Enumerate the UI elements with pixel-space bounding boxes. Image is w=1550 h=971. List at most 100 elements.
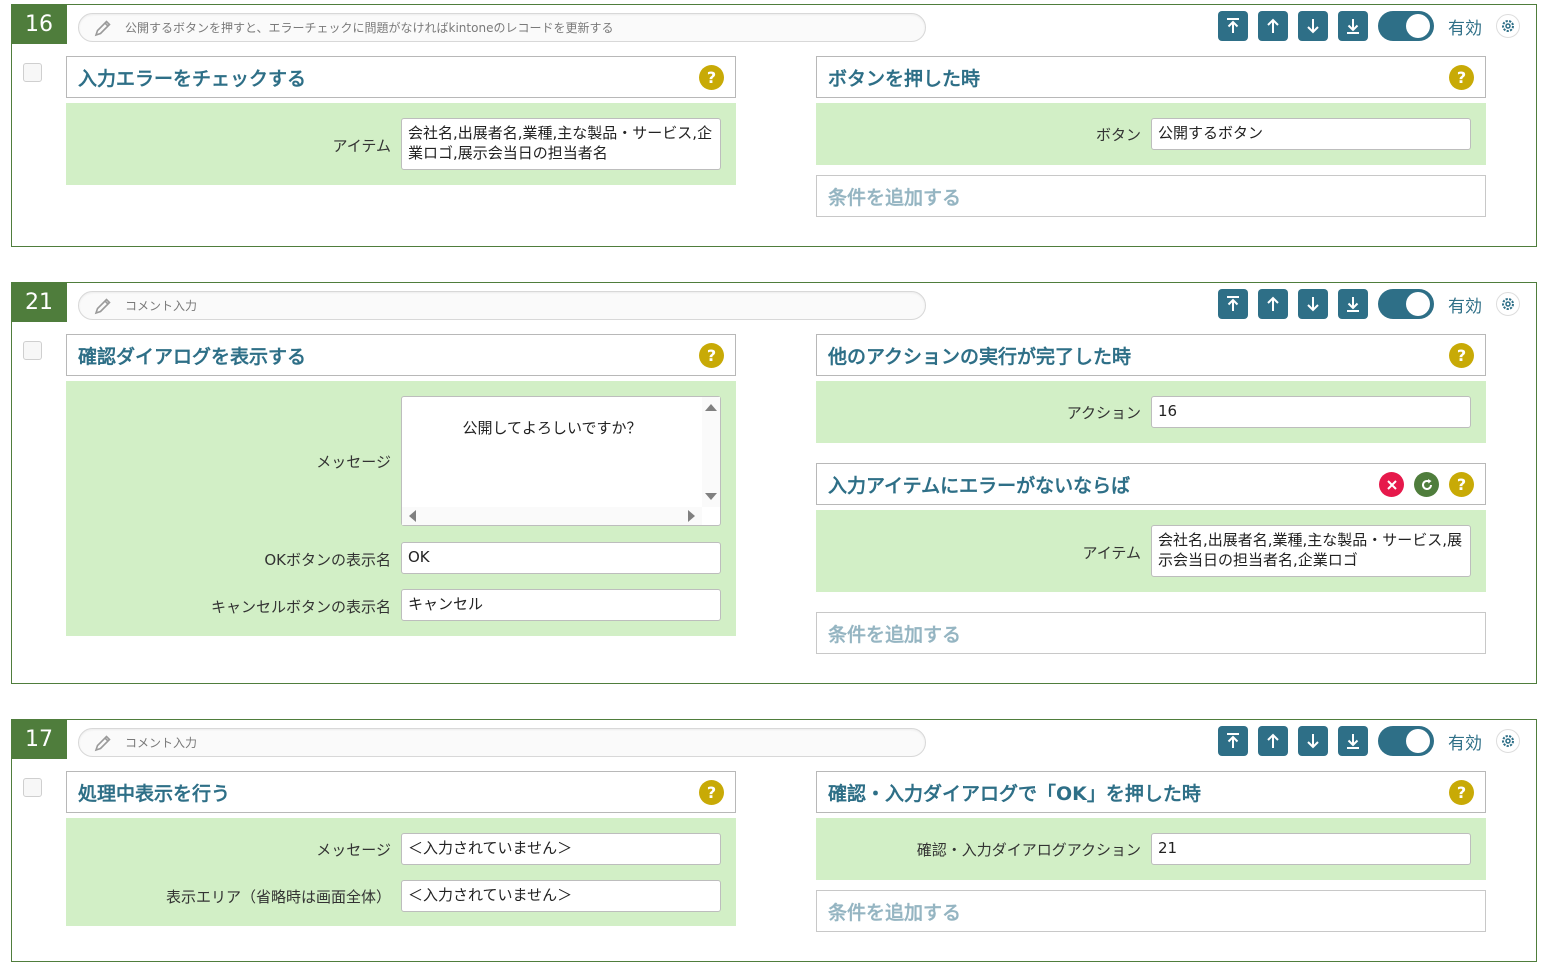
field-label: メッセージ [316, 841, 391, 859]
trigger-body: ボタン 公開するボタン [816, 103, 1486, 165]
card-number: 17 [11, 719, 67, 759]
move-down-button[interactable] [1298, 726, 1328, 756]
message-field[interactable]: ＜入力されていません＞ [401, 833, 721, 865]
help-icon[interactable]: ? [699, 780, 724, 805]
action-panel: 確認ダイアログを表示する ? メッセージ 公開してよろしいですか？ OKボタンの… [66, 334, 736, 636]
action-body: メッセージ 公開してよろしいですか？ OKボタンの表示名 OK キャンセルボタン… [66, 381, 736, 636]
condition-header[interactable]: 入力アイテムにエラーがないならば ? [816, 463, 1486, 505]
button-field[interactable]: 公開するボタン [1151, 118, 1471, 150]
enable-toggle[interactable] [1378, 726, 1434, 756]
action-panel: 処理中表示を行う ? メッセージ ＜入力されていません＞ 表示エリア（省略時は画… [66, 771, 736, 926]
field-label: OKボタンの表示名 [264, 551, 391, 569]
move-top-icon [1227, 18, 1239, 33]
status-label: 有効 [1448, 733, 1482, 754]
pencil-icon [94, 734, 111, 751]
items-field[interactable]: 会社名,出展者名,業種,主な製品・サービス,企業ロゴ,展示会当日の担当者名 [401, 118, 721, 170]
help-icon[interactable]: ? [1449, 343, 1474, 368]
settings-button[interactable] [1496, 14, 1520, 38]
move-up-button[interactable] [1258, 11, 1288, 41]
scroll-left-arrow-icon[interactable] [404, 507, 420, 525]
select-checkbox[interactable] [23, 63, 42, 82]
add-condition-button[interactable]: 条件を追加する [816, 890, 1486, 932]
settings-button[interactable] [1496, 729, 1520, 753]
comment-text: コメント入力 [125, 736, 198, 750]
move-bottom-button[interactable] [1338, 726, 1368, 756]
comment-input[interactable]: コメント入力 [78, 728, 926, 757]
field-label: メッセージ [316, 453, 391, 471]
action-header[interactable]: 確認ダイアログを表示する ? [66, 334, 736, 376]
move-bottom-icon [1347, 19, 1359, 34]
horizontal-scrollbar[interactable] [402, 507, 702, 525]
add-condition-button[interactable]: 条件を追加する [816, 175, 1486, 217]
trigger-panel: 確認・入力ダイアログで「OK」を押した時 ? 確認・入力ダイアログアクション 2… [816, 771, 1486, 932]
pencil-icon [94, 19, 111, 36]
field-label: 確認・入力ダイアログアクション [916, 841, 1141, 859]
pencil-icon [94, 297, 111, 314]
settings-button[interactable] [1496, 292, 1520, 316]
delete-condition-button[interactable] [1379, 472, 1404, 497]
select-checkbox[interactable] [23, 778, 42, 797]
action-header[interactable]: 入力エラーをチェックする ? [66, 56, 736, 98]
field-label: ボタン [1095, 126, 1141, 144]
message-textarea[interactable]: 公開してよろしいですか？ [401, 396, 721, 526]
trigger-title: ボタンを押した時 [828, 67, 981, 90]
comment-text: 公開するボタンを押すと、エラーチェックに問題がなければkintoneのレコードを… [125, 21, 614, 35]
add-condition-button[interactable]: 条件を追加する [816, 612, 1486, 654]
card-number: 16 [11, 4, 67, 44]
field-label: キャンセルボタンの表示名 [210, 598, 391, 616]
status-label: 有効 [1448, 296, 1482, 317]
help-icon[interactable]: ? [1449, 65, 1474, 90]
move-up-icon [1267, 18, 1279, 33]
condition-items-field[interactable]: 会社名,出展者名,業種,主な製品・サービス,展示会当日の担当者名,企業ロゴ [1151, 525, 1471, 577]
scroll-up-arrow-icon[interactable] [702, 399, 720, 415]
select-checkbox[interactable] [23, 341, 42, 360]
enable-toggle[interactable] [1378, 11, 1434, 41]
move-up-button[interactable] [1258, 726, 1288, 756]
help-icon[interactable]: ? [1449, 780, 1474, 805]
move-top-button[interactable] [1218, 289, 1248, 319]
move-down-icon [1307, 734, 1319, 749]
move-bottom-button[interactable] [1338, 11, 1368, 41]
move-top-button[interactable] [1218, 726, 1248, 756]
cancel-label-field[interactable]: キャンセル [401, 589, 721, 621]
scroll-down-arrow-icon[interactable] [702, 489, 720, 505]
move-top-icon [1227, 296, 1239, 311]
toggle-knob [1406, 14, 1430, 38]
field-label: 表示エリア（省略時は画面全体） [165, 888, 391, 906]
scroll-right-arrow-icon[interactable] [684, 507, 700, 525]
action-header[interactable]: 処理中表示を行う ? [66, 771, 736, 813]
field-label: アイテム [1082, 544, 1141, 562]
trigger-header[interactable]: ボタンを押した時 ? [816, 56, 1486, 98]
gear-icon [1502, 735, 1514, 747]
move-up-button[interactable] [1258, 289, 1288, 319]
status-label: 有効 [1448, 18, 1482, 39]
trigger-header[interactable]: 確認・入力ダイアログで「OK」を押した時 ? [816, 771, 1486, 813]
trigger-panel: 他のアクションの実行が完了した時 ? アクション 16 入力アイテムにエラーがな… [816, 334, 1486, 654]
comment-input[interactable]: コメント入力 [78, 291, 926, 320]
trigger-title: 確認・入力ダイアログで「OK」を押した時 [828, 782, 1201, 805]
card-toolbar: 有効 [1208, 726, 1520, 756]
trigger-header[interactable]: 他のアクションの実行が完了した時 ? [816, 334, 1486, 376]
action-title: 処理中表示を行う [78, 782, 231, 805]
refresh-condition-button[interactable] [1414, 472, 1439, 497]
action-body: メッセージ ＜入力されていません＞ 表示エリア（省略時は画面全体） ＜入力されて… [66, 818, 736, 926]
move-down-button[interactable] [1298, 11, 1328, 41]
help-icon[interactable]: ? [699, 65, 724, 90]
help-icon[interactable]: ? [699, 343, 724, 368]
action-card-21: 21 コメント入力 有効 確認ダイアログを表示する ? メッセージ 公開してよろ… [11, 282, 1537, 684]
ok-label-field[interactable]: OK [401, 542, 721, 574]
dialog-action-field[interactable]: 21 [1151, 833, 1471, 865]
condition-body: アイテム 会社名,出展者名,業種,主な製品・サービス,展示会当日の担当者名,企業… [816, 510, 1486, 592]
move-top-button[interactable] [1218, 11, 1248, 41]
enable-toggle[interactable] [1378, 289, 1434, 319]
action-card-17: 17 コメント入力 有効 処理中表示を行う ? メッセージ ＜入力されていません… [11, 719, 1537, 962]
move-down-button[interactable] [1298, 289, 1328, 319]
card-toolbar: 有効 [1208, 289, 1520, 319]
help-icon[interactable]: ? [1449, 472, 1474, 497]
action-field[interactable]: 16 [1151, 396, 1471, 428]
move-bottom-button[interactable] [1338, 289, 1368, 319]
vertical-scrollbar[interactable] [702, 397, 720, 507]
display-area-field[interactable]: ＜入力されていません＞ [401, 880, 721, 912]
condition-title: 入力アイテムにエラーがないならば [828, 474, 1131, 497]
comment-input[interactable]: 公開するボタンを押すと、エラーチェックに問題がなければkintoneのレコードを… [78, 13, 926, 42]
